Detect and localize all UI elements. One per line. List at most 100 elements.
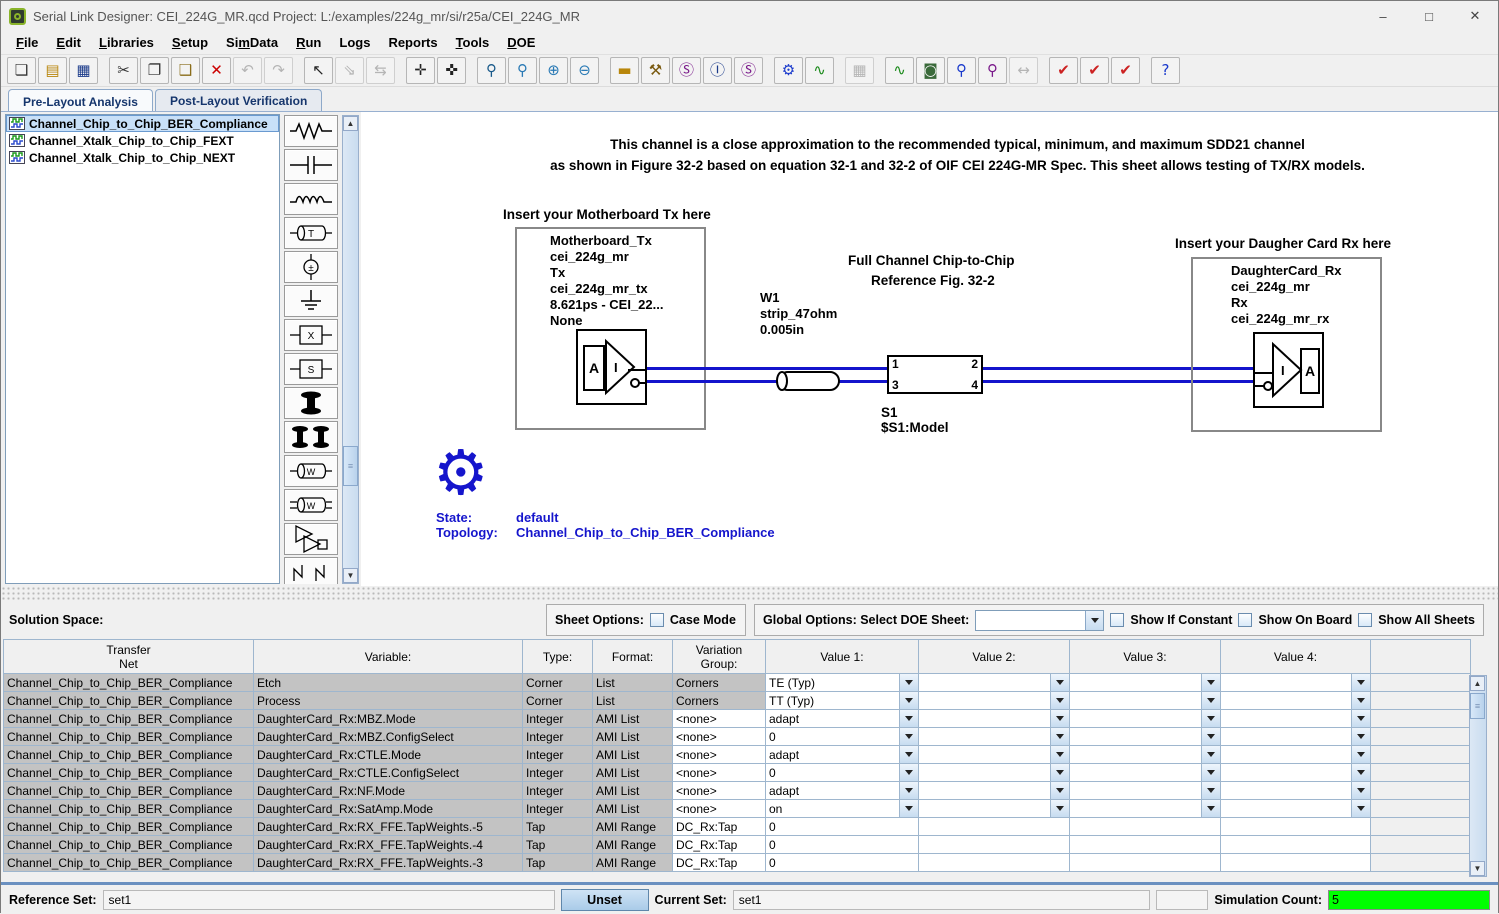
motherboard-tx-block[interactable]: Motherboard_Tx cei_224g_mr Tx cei_224g_m… — [515, 227, 706, 430]
palette-w-line-button[interactable]: W — [284, 455, 338, 487]
value-dropdown-icon[interactable] — [1201, 692, 1220, 709]
value-dropdown-icon[interactable] — [899, 710, 918, 727]
palette-resistor-button[interactable] — [284, 115, 338, 147]
zoom-in-button[interactable]: ⊕ — [539, 57, 568, 84]
table-row[interactable]: Channel_Chip_to_Chip_BER_ComplianceDaugh… — [4, 836, 1471, 854]
palette-probe-pair-button[interactable] — [284, 557, 338, 584]
copy-button[interactable]: ❐ — [140, 57, 169, 84]
table-row[interactable]: Channel_Chip_to_Chip_BER_ComplianceEtchC… — [4, 674, 1471, 692]
cell-value-3[interactable] — [1070, 710, 1221, 728]
cell-value-4[interactable] — [1221, 728, 1371, 746]
value-dropdown-icon[interactable] — [1201, 800, 1220, 817]
palette-ground-button[interactable] — [284, 285, 338, 317]
value-dropdown-icon[interactable] — [1201, 674, 1220, 691]
table-row[interactable]: Channel_Chip_to_Chip_BER_ComplianceDaugh… — [4, 746, 1471, 764]
analyze-results-button[interactable]: ⚲ — [978, 57, 1007, 84]
schematic-tools-button[interactable]: ⚙ — [774, 57, 803, 84]
minimize-button[interactable]: – — [1360, 1, 1406, 31]
value-dropdown-icon[interactable] — [1351, 710, 1370, 727]
zoom-window-button[interactable]: ⚲ — [477, 57, 506, 84]
palette-inductor-button[interactable] — [284, 183, 338, 215]
s-parameter-block-s1[interactable]: 1 2 3 4 — [887, 355, 983, 394]
cell-value-1[interactable]: adapt — [766, 746, 919, 764]
save-button[interactable]: ▦ — [69, 57, 98, 84]
show-on-board-checkbox[interactable] — [1238, 613, 1252, 627]
cell-value-1[interactable]: TT (Typ) — [766, 692, 919, 710]
cell-value-1[interactable]: 0 — [766, 764, 919, 782]
paste-button[interactable]: ❑ — [171, 57, 200, 84]
value-dropdown-icon[interactable] — [1050, 800, 1069, 817]
reference-set-field[interactable]: set1 — [103, 890, 555, 910]
value-dropdown-icon[interactable] — [1050, 728, 1069, 745]
show-if-constant-checkbox[interactable] — [1110, 613, 1124, 627]
palette-via-button[interactable] — [284, 387, 338, 419]
cell-value-4[interactable] — [1221, 782, 1371, 800]
help-button[interactable]: ? — [1151, 57, 1180, 84]
value-dropdown-icon[interactable] — [1050, 782, 1069, 799]
daughtercard-rx-block[interactable]: DaughterCard_Rx cei_224g_mr Rx cei_224g_… — [1191, 257, 1382, 432]
menu-reports[interactable]: Reports — [379, 32, 446, 53]
menu-simdata[interactable]: SimData — [217, 32, 287, 53]
palette-voltage-source-button[interactable]: ± — [284, 251, 338, 283]
value-dropdown-icon[interactable] — [899, 800, 918, 817]
board-view-button[interactable]: ▬ — [610, 57, 639, 84]
case-mode-checkbox[interactable] — [650, 613, 664, 627]
diff-wire-n-left[interactable] — [647, 380, 887, 383]
cut-button[interactable]: ✂ — [109, 57, 138, 84]
menu-libraries[interactable]: Libraries — [90, 32, 163, 53]
value-dropdown-icon[interactable] — [1201, 764, 1220, 781]
scroll-down-icon[interactable]: ▼ — [1470, 861, 1485, 876]
scrollbar-thumb[interactable]: ≡ — [1470, 693, 1485, 719]
cell-value-2[interactable] — [919, 710, 1070, 728]
value-dropdown-icon[interactable] — [899, 728, 918, 745]
value-dropdown-icon[interactable] — [1050, 746, 1069, 763]
palette-coupled-w-line-button[interactable]: W — [284, 489, 338, 521]
value-dropdown-icon[interactable] — [899, 674, 918, 691]
value-dropdown-icon[interactable] — [1351, 728, 1370, 745]
menu-tools[interactable]: Tools — [447, 32, 499, 53]
cell-value-4[interactable] — [1221, 746, 1371, 764]
spice-report-button[interactable]: Ⓢ — [734, 57, 763, 84]
gear-icon[interactable]: ⚙ — [433, 442, 489, 504]
cell-value-3[interactable] — [1070, 800, 1221, 818]
value-dropdown-icon[interactable] — [1351, 692, 1370, 709]
palette-differential-via-button[interactable] — [284, 421, 338, 453]
cell-value-4[interactable] — [1221, 710, 1371, 728]
value-dropdown-icon[interactable] — [1351, 674, 1370, 691]
value-dropdown-icon[interactable] — [899, 746, 918, 763]
scroll-up-icon[interactable]: ▲ — [1470, 676, 1485, 691]
toolkit-button[interactable]: ⚒ — [641, 57, 670, 84]
combo-arrow-icon[interactable] — [1085, 611, 1103, 630]
table-row[interactable]: Channel_Chip_to_Chip_BER_ComplianceProce… — [4, 692, 1471, 710]
doe-sheet-select[interactable] — [975, 610, 1104, 631]
open-project-button[interactable]: ▤ — [38, 57, 67, 84]
table-row[interactable]: Channel_Chip_to_Chip_BER_ComplianceDaugh… — [4, 728, 1471, 746]
menu-file[interactable]: File — [7, 32, 47, 53]
value-dropdown-icon[interactable] — [899, 764, 918, 781]
value-dropdown-icon[interactable] — [1050, 710, 1069, 727]
cell-value-4[interactable] — [1221, 674, 1371, 692]
diff-wire-p-left[interactable] — [647, 367, 887, 370]
validate-button[interactable]: ✔ — [1049, 57, 1078, 84]
cell-value-2[interactable] — [919, 692, 1070, 710]
edit-waveforms-button[interactable]: ∿ — [805, 57, 834, 84]
cell-value-4[interactable] — [1221, 692, 1371, 710]
delete-button[interactable]: ✕ — [202, 57, 231, 84]
cell-value-3[interactable] — [1070, 674, 1221, 692]
cell-value-2[interactable] — [919, 800, 1070, 818]
info-report-button[interactable]: Ⓘ — [703, 57, 732, 84]
menu-logs[interactable]: Logs — [330, 32, 379, 53]
value-dropdown-icon[interactable] — [899, 782, 918, 799]
menu-run[interactable]: Run — [287, 32, 330, 53]
value-dropdown-icon[interactable] — [1201, 710, 1220, 727]
scroll-up-icon[interactable]: ▲ — [343, 116, 358, 131]
menu-doe[interactable]: DOE — [498, 32, 544, 53]
value-dropdown-icon[interactable] — [1201, 782, 1220, 799]
value-dropdown-icon[interactable] — [899, 692, 918, 709]
palette-transmission-line-button[interactable]: T — [284, 217, 338, 249]
view-waveforms-button[interactable]: ∿ — [885, 57, 914, 84]
cell-value-2[interactable] — [919, 764, 1070, 782]
value-dropdown-icon[interactable] — [1351, 746, 1370, 763]
scroll-down-icon[interactable]: ▼ — [343, 568, 358, 583]
cell-value-1[interactable]: 0 — [766, 728, 919, 746]
